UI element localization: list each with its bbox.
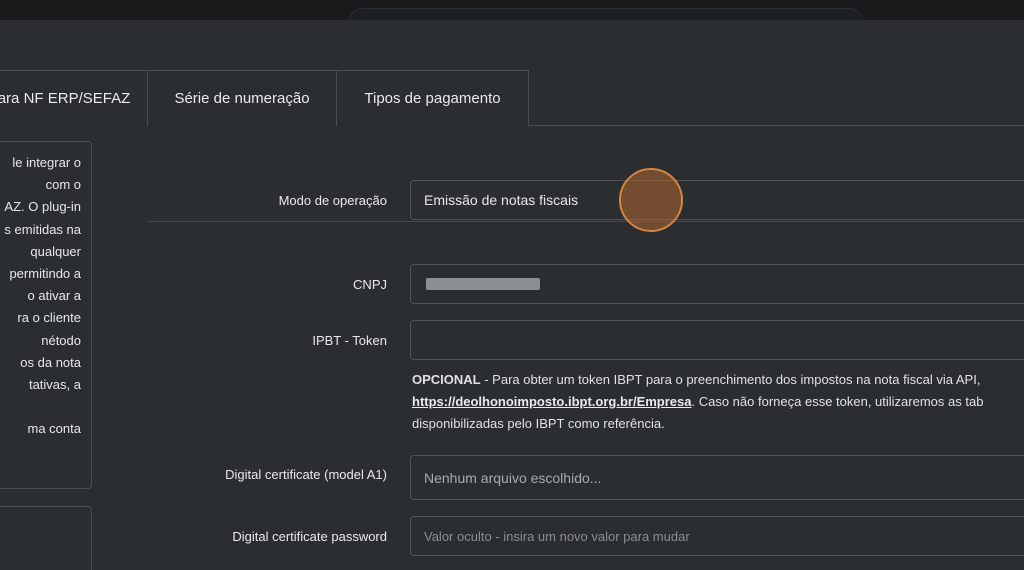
tab-nf-erp-sefaz[interactable]: ara NF ERP/SEFAZ [0,70,148,126]
operation-mode-value: Emissão de notas fiscais [424,192,579,208]
description-line: qualquer [30,243,81,259]
description-line: os da nota [20,354,81,370]
help-line-2: https://deolhonoimposto.ibpt.org.br/Empr… [412,391,1024,413]
tab-bar-underline [528,125,1024,126]
cnpj-label: CNPJ [353,277,387,292]
description-line: AZ. O plug-in [4,199,81,215]
help-text-2: . Caso não forneça esse token, utilizare… [691,394,984,409]
operation-mode-select[interactable]: Emissão de notas fiscais [410,180,1024,220]
cnpj-redacted-value [426,278,540,290]
help-optional-tag: OPCIONAL [412,372,481,387]
browser-top-bar [0,0,1024,38]
plugin-description-text: le integrar o com o AZ. O plug-in s emit… [0,152,81,440]
certificate-label: Digital certificate (model A1) [225,467,387,482]
description-line: le integrar o [12,155,81,170]
certificate-password-placeholder: Valor oculto - insira um novo valor para… [424,528,690,544]
help-line-3: disponibilizadas pelo IBPT como referênc… [412,416,665,431]
description-line: ra o cliente [17,310,81,326]
cnpj-input[interactable] [410,264,1024,304]
operation-mode-label: Modo de operação [278,193,387,208]
ibpt-link[interactable]: https://deolhonoimposto.ibpt.org.br/Empr… [412,394,692,409]
help-line-1: OPCIONAL - Para obter um token IBPT para… [412,369,1024,391]
secondary-info-box [0,506,92,570]
certificate-password-input[interactable]: Valor oculto - insira um novo valor para… [410,516,1024,556]
description-line: nétodo [41,332,81,348]
description-line: tativas, a [28,377,81,393]
description-line: ma conta [27,421,81,437]
description-line: com o [45,177,81,193]
certificate-password-label: Digital certificate password [232,529,387,544]
tab-payment-types[interactable]: Tipos de pagamento [336,70,529,126]
ibpt-token-help: OPCIONAL - Para obter um token IBPT para… [412,369,1024,435]
plugin-description-box: le integrar o com o AZ. O plug-in s emit… [0,141,92,489]
description-line: o ativar a [27,288,81,304]
help-text-1: - Para obter um token IBPT para o preenc… [480,372,981,387]
ibpt-token-input[interactable] [410,320,1024,360]
description-line: permitindo a [9,266,81,282]
description-gap [0,396,81,418]
certificate-file-input[interactable]: Nenhum arquivo escolhido... [410,455,1024,500]
section-divider [147,221,1024,222]
click-indicator [619,168,683,232]
certificate-file-value: Nenhum arquivo escolhido... [424,469,602,486]
ibpt-token-label: IPBT - Token [312,333,387,348]
tab-numbering-series[interactable]: Série de numeração [147,70,337,126]
description-line: s emitidas na [4,221,81,237]
